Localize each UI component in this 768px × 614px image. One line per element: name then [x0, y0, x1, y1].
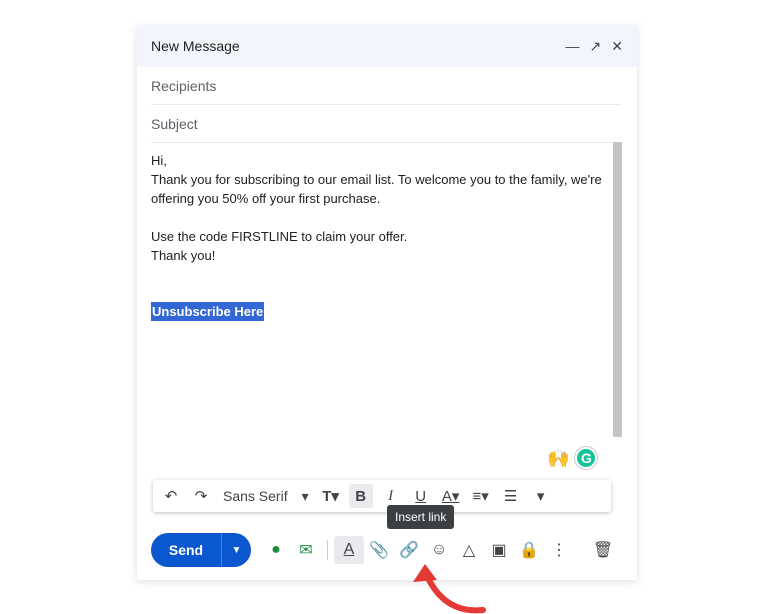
- message-body[interactable]: Hi, Thank you for subscribing to our ema…: [151, 151, 611, 321]
- arrow-shaft: [424, 573, 486, 614]
- send-label: Send: [168, 542, 204, 558]
- recipients-placeholder: Recipients: [151, 77, 217, 94]
- toolbar-divider: [327, 540, 328, 560]
- body-line-2: offering you 50% off your first purchase…: [151, 191, 381, 206]
- subject-field[interactable]: Subject: [151, 105, 621, 143]
- expand-icon[interactable]: ↗: [590, 38, 602, 55]
- insert-link-icon[interactable]: 🔗: [394, 536, 424, 564]
- font-select-label: Sans Serif: [223, 488, 288, 504]
- addon-mail-icon[interactable]: ✉: [291, 536, 321, 564]
- addon-people-icon[interactable]: ●: [261, 536, 291, 564]
- chevron-down-icon: ▾: [301, 487, 309, 504]
- discard-icon[interactable]: 🗑: [588, 536, 618, 564]
- photo-icon[interactable]: ▣: [484, 536, 514, 564]
- emoji-icon[interactable]: ☺: [424, 536, 454, 564]
- compose-title: New Message: [151, 38, 240, 54]
- undo-icon[interactable]: ↶: [159, 484, 183, 508]
- attach-icon[interactable]: 📎: [364, 536, 394, 564]
- bold-icon[interactable]: B: [348, 484, 373, 508]
- body-greeting: Hi,: [151, 153, 167, 168]
- minimize-icon[interactable]: —: [566, 38, 580, 54]
- font-select[interactable]: Sans Serif ▾: [219, 488, 313, 505]
- send-options-icon[interactable]: ▼: [221, 533, 251, 567]
- insert-link-tooltip: Insert link: [387, 505, 455, 529]
- arrow-head: [413, 564, 437, 582]
- body-line-3: Use the code FIRSTLINE to claim your off…: [151, 229, 408, 244]
- bottom-toolbar: Send ▼ ● ✉ A 📎 🔗 ☺ △ ▣ 🔒 ⋮ 🗑: [151, 532, 629, 568]
- red-arrow-annotation: [413, 564, 486, 614]
- formatting-options-icon[interactable]: A: [334, 536, 364, 564]
- send-button[interactable]: Send ▼: [151, 533, 251, 567]
- scrollbar[interactable]: [613, 142, 622, 437]
- more-options-icon[interactable]: ⋮: [544, 536, 574, 564]
- redo-icon[interactable]: ↷: [189, 484, 213, 508]
- raised-hands-icon[interactable]: 🙌: [547, 448, 569, 469]
- close-icon[interactable]: ✕: [611, 38, 623, 55]
- numbered-list-icon[interactable]: ☰: [499, 484, 523, 508]
- body-line-4: Thank you!: [151, 248, 216, 263]
- body-line-1: Thank you for subscribing to our email l…: [151, 172, 602, 187]
- recipients-field[interactable]: Recipients: [151, 67, 621, 105]
- align-icon[interactable]: ≡▾: [469, 484, 493, 508]
- drive-icon[interactable]: △: [454, 536, 484, 564]
- font-size-icon[interactable]: T▾: [319, 484, 343, 508]
- formatting-toolbar: ↶ ↷ Sans Serif ▾ T▾ B I U A▾ ≡▾ ☰ ▾: [153, 480, 611, 512]
- compose-header: New Message — ↗ ✕: [137, 25, 637, 67]
- confidential-icon[interactable]: 🔒: [514, 536, 544, 564]
- grammarly-icon[interactable]: G: [575, 447, 598, 469]
- more-formatting-icon[interactable]: ▾: [529, 484, 553, 508]
- subject-placeholder: Subject: [151, 115, 198, 132]
- compose-window: New Message — ↗ ✕ Recipients Subject Hi,…: [137, 25, 637, 580]
- unsubscribe-selection[interactable]: Unsubscribe Here: [151, 302, 265, 321]
